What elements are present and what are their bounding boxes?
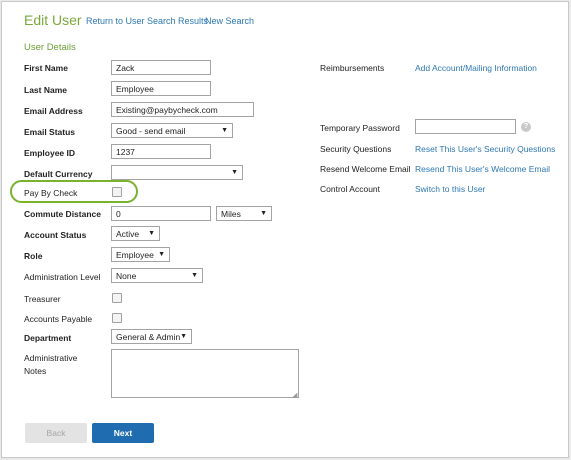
- role-select[interactable]: Employee ▼: [111, 247, 170, 262]
- treasurer-checkbox[interactable]: [112, 293, 122, 303]
- admin-notes-textarea[interactable]: [111, 349, 299, 398]
- pay-by-check-label: Pay By Check: [24, 188, 78, 198]
- dropdown-arrow-icon: ▼: [158, 251, 165, 258]
- security-questions-label: Security Questions: [320, 144, 392, 154]
- temp-password-label: Temporary Password: [320, 123, 400, 133]
- commute-unit-value: Miles: [221, 209, 241, 219]
- email-status-select[interactable]: Good - send email ▼: [111, 123, 233, 138]
- employee-id-label: Employee ID: [24, 148, 76, 158]
- email-input[interactable]: Existing@paybycheck.com: [111, 102, 254, 117]
- back-button[interactable]: Back: [25, 423, 87, 443]
- resize-handle-icon[interactable]: ◢: [292, 391, 297, 399]
- resend-welcome-label: Resend Welcome Email: [320, 164, 411, 174]
- temp-password-input[interactable]: [415, 119, 516, 134]
- return-to-search-link[interactable]: Return to User Search Results: [86, 16, 208, 26]
- dropdown-arrow-icon: ▼: [260, 210, 267, 217]
- new-search-link[interactable]: New Search: [205, 16, 254, 26]
- help-icon[interactable]: ?: [521, 122, 531, 132]
- admin-notes-label-line1: Administrative: [24, 353, 78, 363]
- control-account-label: Control Account: [320, 184, 381, 194]
- commute-unit-select[interactable]: Miles ▼: [216, 206, 272, 221]
- department-label: Department: [24, 333, 72, 343]
- admin-level-label: Administration Level: [24, 272, 101, 282]
- account-status-select[interactable]: Active ▼: [111, 226, 160, 241]
- section-title: User Details: [24, 42, 76, 53]
- email-label: Email Address: [24, 106, 83, 116]
- dropdown-arrow-icon: ▼: [148, 230, 155, 237]
- switch-user-link[interactable]: Switch to this User: [415, 184, 485, 194]
- default-currency-select[interactable]: ▼: [111, 165, 243, 180]
- reset-security-questions-link[interactable]: Reset This User's Security Questions: [415, 144, 555, 154]
- default-currency-label: Default Currency: [24, 169, 93, 179]
- dropdown-arrow-icon: ▼: [191, 272, 198, 279]
- pay-by-check-checkbox[interactable]: [112, 187, 122, 197]
- accounts-payable-checkbox[interactable]: [112, 313, 122, 323]
- first-name-input[interactable]: Zack: [111, 60, 211, 75]
- dropdown-arrow-icon: ▼: [180, 333, 187, 340]
- role-value: Employee: [116, 250, 154, 260]
- role-label: Role: [24, 251, 43, 261]
- admin-notes-label-line2: Notes: [24, 366, 47, 376]
- treasurer-label: Treasurer: [24, 294, 61, 304]
- admin-level-value: None: [116, 271, 137, 281]
- last-name-input[interactable]: Employee: [111, 81, 211, 96]
- accounts-payable-label: Accounts Payable: [24, 314, 93, 324]
- last-name-label: Last Name: [24, 85, 67, 95]
- email-status-value: Good - send email: [116, 126, 186, 136]
- department-select[interactable]: General & Admin ▼: [111, 329, 192, 344]
- next-button[interactable]: Next: [92, 423, 154, 443]
- commute-distance-input[interactable]: 0: [111, 206, 211, 221]
- dropdown-arrow-icon: ▼: [221, 127, 228, 134]
- reimbursements-label: Reimbursements: [320, 63, 385, 73]
- first-name-label: First Name: [24, 63, 68, 73]
- dropdown-arrow-icon: ▼: [231, 169, 238, 176]
- edit-user-panel: Edit User Return to User Search Results …: [1, 1, 569, 458]
- resend-welcome-link[interactable]: Resend This User's Welcome Email: [415, 164, 550, 174]
- add-account-link[interactable]: Add Account/Mailing Information: [415, 63, 537, 73]
- email-status-label: Email Status: [24, 127, 76, 137]
- admin-level-select[interactable]: None ▼: [111, 268, 203, 283]
- department-value: General & Admin: [116, 332, 181, 342]
- account-status-label: Account Status: [24, 230, 87, 240]
- page-title: Edit User: [24, 12, 82, 28]
- employee-id-input[interactable]: 1237: [111, 144, 211, 159]
- commute-distance-label: Commute Distance: [24, 209, 101, 219]
- account-status-value: Active: [116, 229, 140, 239]
